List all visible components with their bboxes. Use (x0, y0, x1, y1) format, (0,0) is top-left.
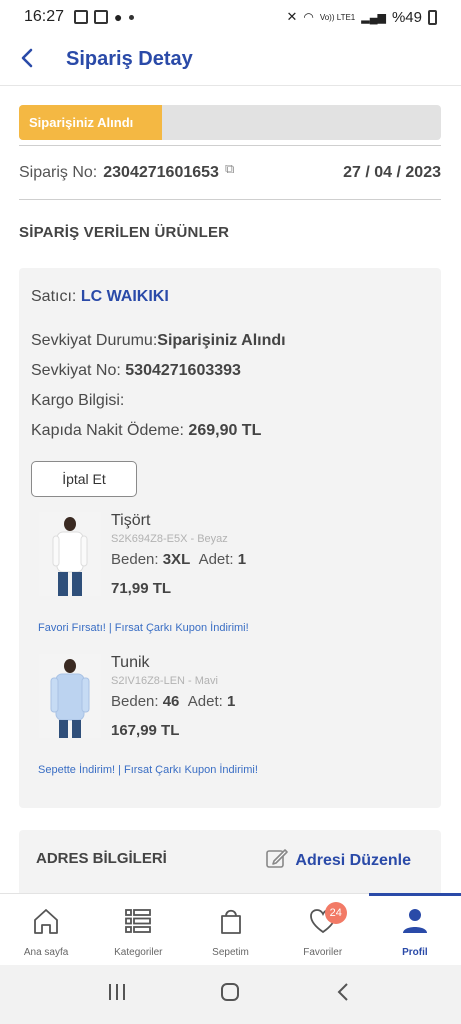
notification-icons: ● (74, 9, 134, 25)
size-value: 3XL (162, 551, 191, 568)
system-nav-bar (0, 965, 461, 1024)
edit-address-button[interactable]: Adresi Düzenle (265, 846, 411, 875)
payment-amount: 269,90 TL (188, 422, 262, 439)
shipment-status-label: Sevkiyat Durumu: (31, 332, 158, 349)
app-bar: Sipariş Detay (0, 34, 461, 86)
cancel-order-button[interactable]: İptal Et (31, 461, 137, 497)
categories-icon (123, 906, 153, 941)
tab-home[interactable]: Ana sayfa (0, 894, 92, 965)
order-progress-bar: Siparişiniz Alındı (19, 105, 441, 140)
mute-icon: ✕ (286, 9, 298, 24)
cart-icon (216, 906, 246, 941)
cargo-label: Kargo Bilgisi: (31, 392, 125, 409)
tab-cart[interactable]: Sepetim (184, 894, 276, 965)
progress-label: Siparişiniz Alındı (29, 115, 134, 130)
home-icon (31, 906, 61, 941)
shipment-no-label: Sevkiyat No: (31, 362, 121, 379)
recent-apps-icon[interactable] (106, 981, 128, 1008)
divider (19, 199, 441, 200)
page-title: Sipariş Detay (66, 48, 193, 70)
products-section-title: SİPARİŞ VERİLEN ÜRÜNLER (19, 224, 230, 241)
back-button-icon[interactable] (333, 981, 355, 1008)
home-button-icon[interactable] (219, 981, 241, 1008)
seller-row: Satıcı: LC WAIKIKI (31, 288, 169, 306)
tab-profile[interactable]: Profil (368, 893, 461, 965)
product-item[interactable]: Tunik S2IV16Z8-LEN - Mavi Beden: 46 Adet… (19, 654, 441, 754)
progress-fill: Siparişiniz Alındı (19, 105, 163, 140)
wifi-icon: ◠ (303, 10, 314, 24)
seller-label: Satıcı: (31, 288, 77, 305)
address-section-title: ADRES BİLGİLERİ (36, 850, 167, 867)
edit-address-label: Adresi Düzenle (295, 851, 411, 869)
product-attributes: Beden: 3XL Adet: 1 (111, 551, 246, 568)
order-number-label: Sipariş No: (19, 164, 98, 181)
network-indicator: Vo)) LTE1 (319, 12, 356, 22)
bottom-tab-bar: Ana sayfa Kategoriler Sepetim 24 Favoril… (0, 893, 461, 965)
cargo-info-row: Kargo Bilgisi: (31, 392, 124, 410)
tab-home-label: Ana sayfa (23, 947, 69, 958)
profile-icon (400, 906, 430, 941)
package-icon (94, 10, 109, 24)
address-card: ADRES BİLGİLERİ Adresi Düzenle (19, 830, 441, 900)
size-value: 46 (162, 693, 180, 710)
chat-icon: ● (114, 9, 123, 25)
order-number: 2304271601653 (103, 164, 219, 181)
edit-icon (265, 846, 289, 875)
product-info: Tişört S2K694Z8-E5X - Beyaz Beden: 3XL A… (111, 512, 246, 597)
qty-value: 1 (237, 551, 247, 568)
payment-row: Kapıda Nakit Ödeme: 269,90 TL (31, 422, 261, 440)
size-label: Beden: (111, 693, 159, 710)
product-price: 167,99 TL (111, 722, 180, 739)
order-info-row: Sipariş No: 2304271601653 ⧉ 27 / 04 / 20… (19, 158, 441, 188)
shipment-status: Siparişiniz Alındı (157, 332, 286, 349)
tab-categories-label: Kategoriler (114, 947, 163, 958)
product-name: Tunik (111, 654, 150, 671)
more-dot-icon (128, 14, 134, 20)
shipment-card: Satıcı: LC WAIKIKI Sevkiyat Durumu:Sipar… (19, 268, 441, 808)
product-attributes: Beden: 46 Adet: 1 (111, 693, 235, 710)
status-time: 16:27 (24, 8, 65, 25)
divider (19, 145, 441, 146)
back-arrow-icon[interactable] (18, 45, 58, 75)
tab-profile-label: Profil (402, 947, 428, 958)
qty-label: Adet: (198, 551, 234, 568)
seller-name[interactable]: LC WAIKIKI (81, 288, 169, 305)
size-label: Beden: (111, 551, 159, 568)
product-image[interactable] (39, 512, 101, 596)
copy-icon[interactable]: ⧉ (225, 161, 234, 177)
shipment-status-row: Sevkiyat Durumu:Siparişiniz Alındı (31, 332, 286, 350)
product-info: Tunik S2IV16Z8-LEN - Mavi Beden: 46 Adet… (111, 654, 235, 739)
gallery-icon (74, 10, 89, 24)
product-image[interactable] (39, 654, 101, 738)
product-name: Tişört (111, 512, 151, 529)
qty-label: Adet: (187, 693, 223, 710)
order-date: 27 / 04 / 2023 (343, 164, 441, 181)
status-bar: 16:27 ● ✕ ◠ Vo)) LTE1 ▂▄▆ %49 (0, 0, 461, 34)
tab-categories[interactable]: Kategoriler (92, 894, 184, 965)
product-price: 71,99 TL (111, 580, 172, 597)
shipment-no: 5304271603393 (125, 362, 241, 379)
signal-icon: ▂▄▆ (361, 11, 386, 24)
product-sku: S2K694Z8-E5X - Beyaz (111, 533, 228, 545)
product-promo-text: Sepette İndirim! | Fırsat Çarkı Kupon İn… (38, 764, 258, 776)
shipment-no-row: Sevkiyat No: 5304271603393 (31, 362, 241, 380)
tab-favorites-label: Favoriler (303, 947, 343, 958)
favorites-count-badge: 24 (324, 902, 347, 924)
battery-text: %49 (391, 8, 422, 26)
product-item[interactable]: Tişört S2K694Z8-E5X - Beyaz Beden: 3XL A… (19, 512, 441, 612)
payment-label: Kapıda Nakit Ödeme: (31, 422, 184, 439)
tab-favorites[interactable]: 24 Favoriler (277, 894, 369, 965)
product-promo-text: Favori Fırsatı! | Fırsat Çarkı Kupon İnd… (38, 622, 249, 634)
product-sku: S2IV16Z8-LEN - Mavi (111, 675, 218, 687)
battery-icon (428, 9, 437, 25)
tab-cart-label: Sepetim (212, 947, 249, 958)
qty-value: 1 (226, 693, 236, 710)
